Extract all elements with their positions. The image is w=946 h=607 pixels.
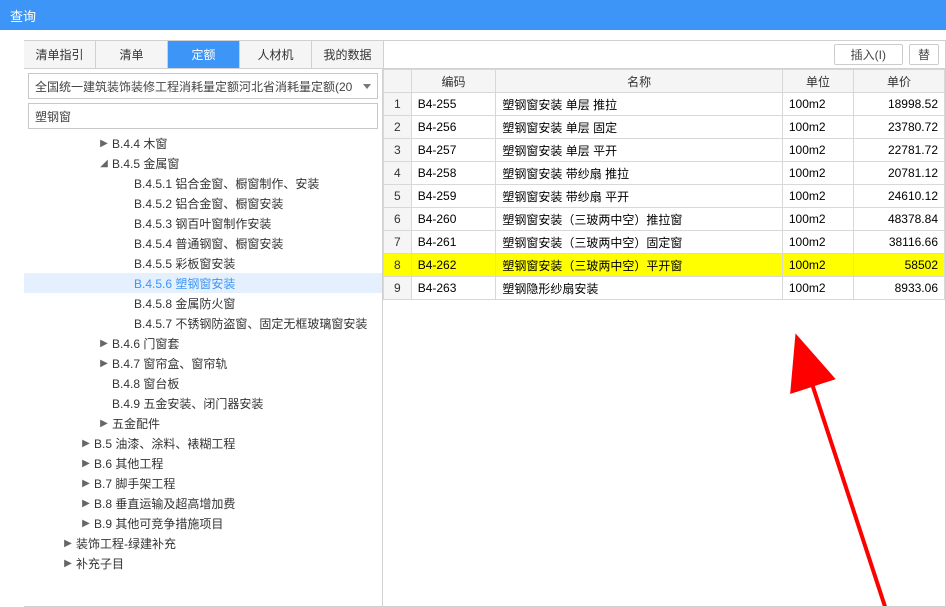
tree-label: B.4.7 窗帘盒、窗帘轨 (112, 355, 227, 372)
tree-node[interactable]: ▶补充子目 (24, 553, 382, 573)
tab-4[interactable]: 我的数据 (312, 41, 384, 68)
tree-node[interactable]: B.4.5.6 塑钢窗安装 (24, 273, 382, 293)
expand-icon[interactable]: ▶ (80, 458, 92, 469)
tree-node[interactable]: B.4.5.5 彩板窗安装 (24, 253, 382, 273)
left-panel: 全国统一建筑装饰装修工程消耗量定额河北省消耗量定额(20 ▶B.4.4 木窗◢B… (24, 69, 383, 606)
expand-icon[interactable]: ▶ (98, 138, 110, 149)
col-unit[interactable]: 单位 (782, 70, 853, 93)
tab-1[interactable]: 清单 (96, 41, 168, 68)
toolbar: 清单指引清单定额人材机我的数据 插入(I) 替 (24, 41, 945, 69)
tab-3[interactable]: 人材机 (240, 41, 312, 68)
tree-node[interactable]: ▶B.4.6 门窗套 (24, 333, 382, 353)
tree-node[interactable]: ▶B.7 脚手架工程 (24, 473, 382, 493)
table-row[interactable]: 2B4-256塑钢窗安装 单层 固定100m223780.72 (384, 116, 945, 139)
tree-label: B.4.5.4 普通钢窗、橱窗安装 (134, 235, 283, 252)
expand-icon[interactable]: ▶ (62, 558, 74, 569)
result-grid[interactable]: 编码 名称 单位 单价 1B4-255塑钢窗安装 单层 推拉100m218998… (383, 69, 945, 300)
col-price[interactable]: 单价 (854, 70, 945, 93)
expand-icon[interactable]: ▶ (80, 478, 92, 489)
tree-node[interactable]: ▶B.8 垂直运输及超高增加费 (24, 493, 382, 513)
tree-label: B.6 其他工程 (94, 455, 163, 472)
tree-node[interactable]: ▶五金配件 (24, 413, 382, 433)
tree-label: B.8 垂直运输及超高增加费 (94, 495, 235, 512)
expand-icon[interactable]: ▶ (80, 498, 92, 509)
table-row[interactable]: 6B4-260塑钢窗安装（三玻两中空）推拉窗100m248378.84 (384, 208, 945, 231)
tab-2[interactable]: 定额 (168, 41, 240, 68)
tree-label: B.5 油漆、涂料、裱糊工程 (94, 435, 235, 452)
tree-label: B.4.4 木窗 (112, 135, 167, 152)
tree-node[interactable]: B.4.5.3 钢百叶窗制作安装 (24, 213, 382, 233)
tree-node[interactable]: B.4.5.4 普通钢窗、橱窗安装 (24, 233, 382, 253)
tree-node[interactable]: ▶B.9 其他可竞争措施项目 (24, 513, 382, 533)
tree-label: B.4.6 门窗套 (112, 335, 179, 352)
search-input[interactable] (28, 103, 378, 129)
norm-dropdown[interactable]: 全国统一建筑装饰装修工程消耗量定额河北省消耗量定额(20 (28, 73, 378, 99)
tree-node[interactable]: B.4.9 五金安装、闭门器安装 (24, 393, 382, 413)
tree-label: B.4.5.3 钢百叶窗制作安装 (134, 215, 271, 232)
tree-label: B.7 脚手架工程 (94, 475, 175, 492)
window-title: 查询 (10, 6, 36, 25)
tree-label: B.4.9 五金安装、闭门器安装 (112, 395, 263, 412)
collapse-icon[interactable]: ◢ (98, 158, 110, 169)
tree-label: B.4.5.8 金属防火窗 (134, 295, 235, 312)
tree-label: B.4.5.2 铝合金窗、橱窗安装 (134, 195, 283, 212)
tree-label: B.4.5.6 塑钢窗安装 (134, 275, 235, 292)
col-code[interactable]: 编码 (411, 70, 496, 93)
expand-icon[interactable]: ▶ (80, 438, 92, 449)
table-row[interactable]: 9B4-263塑钢隐形纱扇安装100m28933.06 (384, 277, 945, 300)
table-row[interactable]: 8B4-262塑钢窗安装（三玻两中空）平开窗100m258502 (384, 254, 945, 277)
tree-node[interactable]: ▶B.6 其他工程 (24, 453, 382, 473)
annotation-arrow (513, 321, 933, 606)
tree-label: 五金配件 (112, 415, 160, 432)
tree-label: B.4.8 窗台板 (112, 375, 179, 392)
tree-node[interactable]: B.4.5.8 金属防火窗 (24, 293, 382, 313)
table-row[interactable]: 3B4-257塑钢窗安装 单层 平开100m222781.72 (384, 139, 945, 162)
tree-node[interactable]: ▶B.4.7 窗帘盒、窗帘轨 (24, 353, 382, 373)
extra-button[interactable]: 替 (909, 44, 939, 65)
table-row[interactable]: 1B4-255塑钢窗安装 单层 推拉100m218998.52 (384, 93, 945, 116)
right-panel: 编码 名称 单位 单价 1B4-255塑钢窗安装 单层 推拉100m218998… (383, 69, 945, 606)
tree-label: 装饰工程-绿建补充 (76, 535, 176, 552)
tree-label: 补充子目 (76, 555, 124, 572)
tree-node[interactable]: B.4.8 窗台板 (24, 373, 382, 393)
tree[interactable]: ▶B.4.4 木窗◢B.4.5 金属窗B.4.5.1 铝合金窗、橱窗制作、安装B… (24, 133, 382, 606)
tree-node[interactable]: B.4.5.7 不锈钢防盗窗、固定无框玻璃窗安装 (24, 313, 382, 333)
expand-icon[interactable]: ▶ (98, 358, 110, 369)
table-row[interactable]: 5B4-259塑钢窗安装 带纱扇 平开100m224610.12 (384, 185, 945, 208)
expand-icon[interactable]: ▶ (98, 418, 110, 429)
col-name[interactable]: 名称 (496, 70, 782, 93)
tree-label: B.4.5.1 铝合金窗、橱窗制作、安装 (134, 175, 319, 192)
tree-label: B.4.5 金属窗 (112, 155, 179, 172)
table-row[interactable]: 7B4-261塑钢窗安装（三玻两中空）固定窗100m238116.66 (384, 231, 945, 254)
insert-button[interactable]: 插入(I) (834, 44, 903, 65)
tree-node[interactable]: ▶B.5 油漆、涂料、裱糊工程 (24, 433, 382, 453)
table-row[interactable]: 4B4-258塑钢窗安装 带纱扇 推拉100m220781.12 (384, 162, 945, 185)
title-bar: 查询 (0, 0, 946, 30)
tree-node[interactable]: B.4.5.1 铝合金窗、橱窗制作、安装 (24, 173, 382, 193)
tree-node[interactable]: ▶B.4.4 木窗 (24, 133, 382, 153)
expand-icon[interactable]: ▶ (80, 518, 92, 529)
tree-node[interactable]: ▶装饰工程-绿建补充 (24, 533, 382, 553)
tree-node[interactable]: ◢B.4.5 金属窗 (24, 153, 382, 173)
expand-icon[interactable]: ▶ (98, 338, 110, 349)
tree-label: B.4.5.5 彩板窗安装 (134, 255, 235, 272)
tree-label: B.9 其他可竞争措施项目 (94, 515, 223, 532)
tab-0[interactable]: 清单指引 (24, 41, 96, 68)
tree-node[interactable]: B.4.5.2 铝合金窗、橱窗安装 (24, 193, 382, 213)
tree-label: B.4.5.7 不锈钢防盗窗、固定无框玻璃窗安装 (134, 315, 367, 332)
expand-icon[interactable]: ▶ (62, 538, 74, 549)
